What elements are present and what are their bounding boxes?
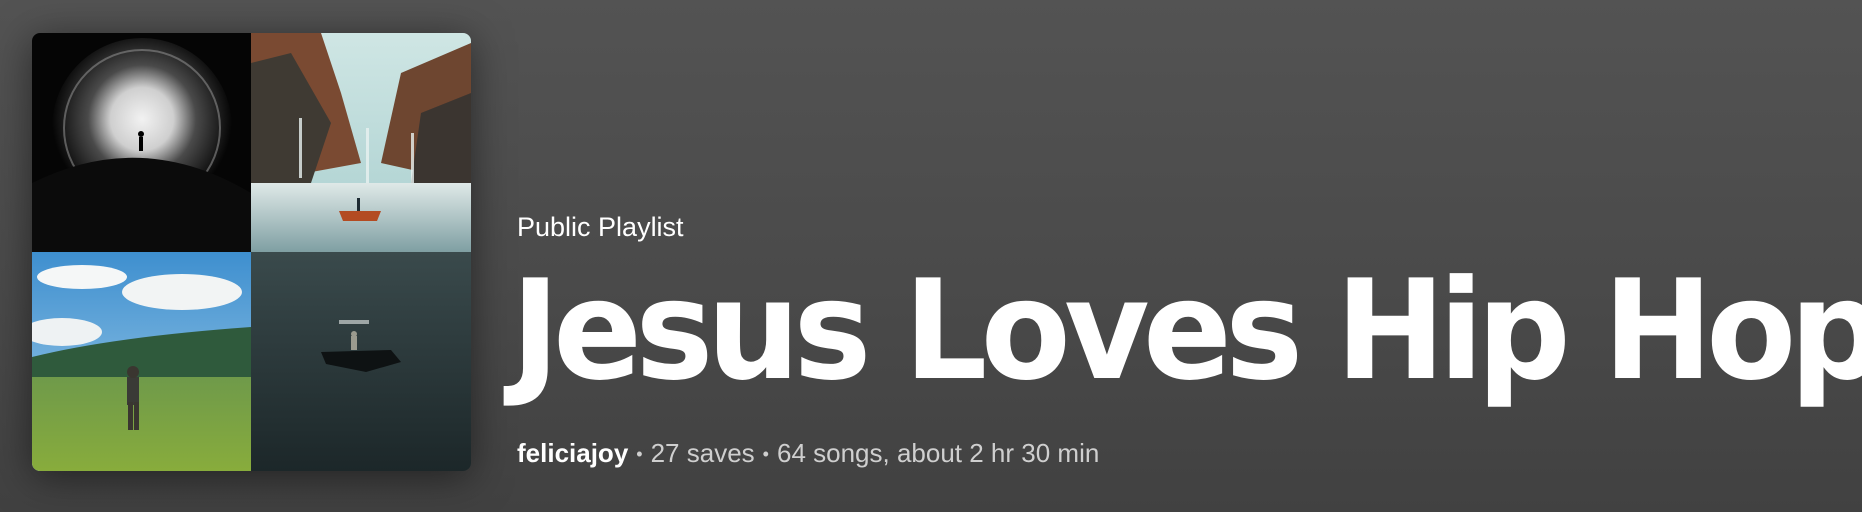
playlist-meta: Public Playlist Jesus Loves Hip Hop feli… (511, 0, 1862, 512)
separator-dot: • (636, 444, 643, 464)
saves-count: 27 saves (650, 438, 755, 468)
playlist-title[interactable]: Jesus Loves Hip Hop (511, 246, 1862, 416)
songs-duration: 64 songs, about 2 hr 30 min (776, 438, 1100, 468)
separator-dot: • (762, 444, 769, 464)
album-art-boat-in-mountain-lake (251, 33, 471, 252)
album-art-figure-on-dark-sea (251, 252, 471, 471)
album-art-man-in-meadow (32, 252, 251, 471)
playlist-type-label: Public Playlist (517, 212, 684, 242)
playlist-cover-mosaic[interactable] (32, 33, 471, 471)
playlist-byline: feliciajoy • 27 saves • 64 songs, about 2 hr… (517, 436, 1099, 471)
playlist-header: Public Playlist Jesus Loves Hip Hop feli… (0, 0, 1862, 512)
owner-link[interactable]: feliciajoy (517, 438, 628, 468)
album-art-figure-in-light-ring (32, 33, 251, 252)
